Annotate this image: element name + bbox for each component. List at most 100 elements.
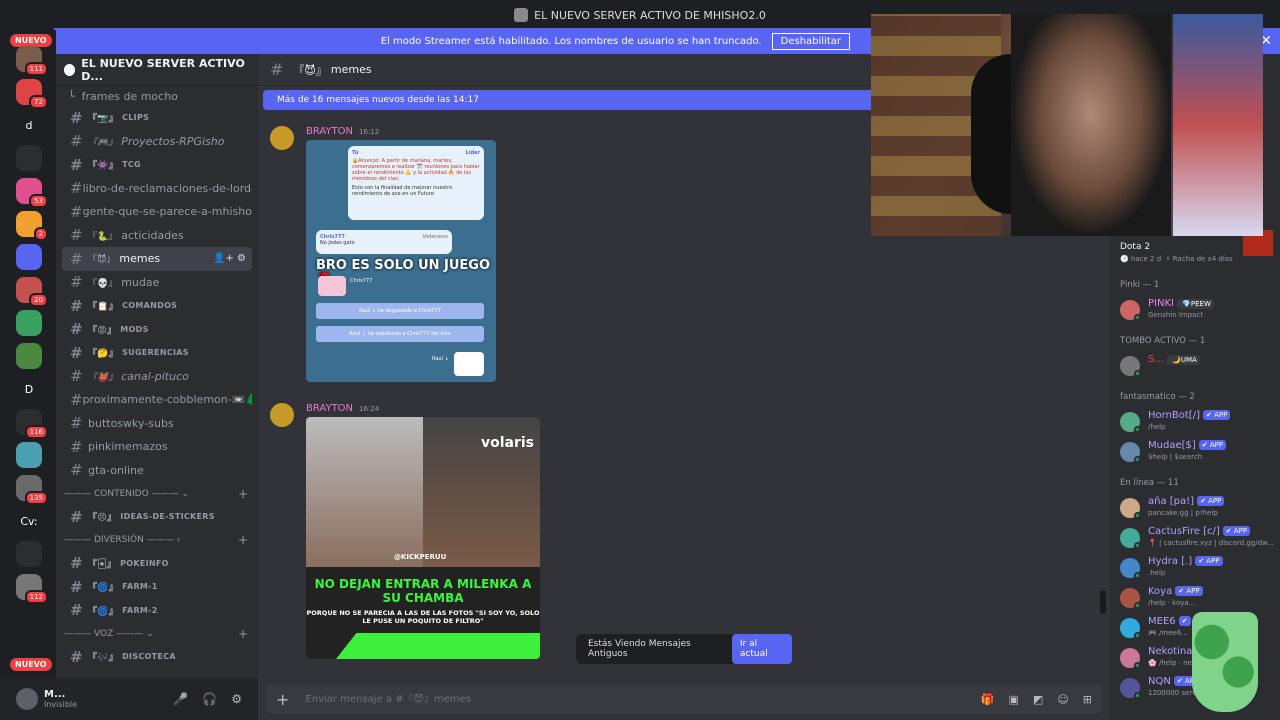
- invite-settings-icon[interactable]: 👤+ ⚙: [213, 253, 246, 264]
- channel-item[interactable]: # 『🌀』 FARM-2: [62, 599, 252, 623]
- mention-badge: 20: [29, 293, 48, 307]
- channel-item[interactable]: # 『📷』 CLIPS: [62, 106, 252, 130]
- avatar[interactable]: [270, 126, 294, 150]
- server-icon[interactable]: 2: [16, 211, 48, 241]
- add-channel-icon[interactable]: +: [238, 487, 248, 501]
- sticker-icon[interactable]: ◩: [1033, 693, 1043, 706]
- microphone-icon[interactable]: 🎤: [173, 692, 188, 706]
- member-item[interactable]: Koya ✔ APP/help · koya...: [1120, 586, 1280, 612]
- channel-item[interactable]: # buttoswky-subs: [62, 412, 252, 436]
- server-icon[interactable]: Cv:: [16, 508, 42, 534]
- channel-label: FARM-2: [122, 605, 158, 615]
- server-header[interactable]: EL NUEVO SERVER ACTIVO D...: [56, 54, 258, 86]
- channel-item[interactable]: # 『📋』 COMANDOS: [62, 294, 252, 318]
- category-contenido[interactable]: ——— CONTENIDO ——— ⌄ +: [56, 482, 258, 505]
- channel-item[interactable]: # 『🎮』 Proyectos-RPGisho: [62, 130, 252, 154]
- member-item[interactable]: S... 🌙UMA: [1120, 354, 1280, 380]
- server-icon[interactable]: d: [16, 112, 42, 138]
- server-icon[interactable]: [16, 310, 42, 336]
- channel-label: TCG: [122, 160, 141, 170]
- channel-item[interactable]: # gente-que-se-parece-a-mhisho-...: [62, 200, 252, 224]
- message-author[interactable]: BRAYTON 16:24: [306, 403, 379, 414]
- add-channel-icon[interactable]: +: [238, 627, 248, 641]
- activity-meta: 🕒 hace 2 d ⚡ Racha de x4 días: [1120, 255, 1233, 263]
- server-icon[interactable]: 135: [16, 475, 48, 505]
- add-channel-icon[interactable]: +: [238, 533, 248, 547]
- member-activity: /help · koya...: [1148, 599, 1196, 607]
- server-icon[interactable]: 112: [16, 574, 48, 604]
- hash-icon: #: [70, 437, 83, 456]
- channel-item[interactable]: # 『🎶』 DISCOTECA: [62, 645, 252, 669]
- apps-icon[interactable]: ⊞: [1083, 693, 1092, 706]
- thread-item[interactable]: └ frames de mocho: [56, 86, 258, 106]
- scrollbar[interactable]: [1100, 590, 1106, 614]
- server-icon[interactable]: 116: [16, 409, 48, 439]
- member-item[interactable]: aña [pa!] ✔ APP pancake.gg | p!help: [1120, 496, 1280, 522]
- category-voz[interactable]: ——— VOZ ——— ⌄ +: [56, 622, 258, 645]
- channel-item[interactable]: # 『😣』 IDEAS-DE-STICKERS: [62, 505, 252, 529]
- server-icon[interactable]: D: [16, 376, 42, 402]
- member-tag: 🌙UMA: [1166, 355, 1200, 365]
- server-icon[interactable]: 72: [16, 79, 48, 109]
- disable-streamer-button[interactable]: Deshabilitar: [771, 32, 850, 50]
- user-panel: M... Invisible 🎤 🎧 ⚙: [0, 678, 258, 720]
- headphones-icon[interactable]: 🎧: [202, 692, 217, 706]
- channel-emoji: 『📷』: [88, 114, 119, 125]
- mention-badge: 135: [24, 491, 48, 505]
- server-icon[interactable]: [16, 244, 42, 270]
- meme-image[interactable]: Tú Líder 🔒Anuncio: A partir de mañana, ma…: [306, 140, 496, 382]
- toast-label: Estás Viendo Mensajes Antiguos: [588, 639, 691, 659]
- member-item[interactable]: CactusFire [c/] ✔ APP 📍 | cactusfire.xyz |…: [1120, 526, 1280, 552]
- member-item[interactable]: Hydra [.] ✔ APP .help: [1120, 556, 1280, 582]
- server-icon[interactable]: [16, 541, 42, 567]
- channel-item[interactable]: # gta-online: [62, 459, 252, 483]
- channel-emoji: 『👾』: [88, 161, 119, 172]
- meme-image[interactable]: volaris @KICKPERUU NO DEJAN ENTRAR A MIL…: [306, 417, 540, 659]
- channel-item[interactable]: # proximamente-cobblemon-📼🌲...: [62, 388, 252, 412]
- message-input[interactable]: [305, 693, 981, 705]
- add-attachment-icon[interactable]: +: [276, 690, 289, 709]
- avatar[interactable]: [270, 403, 294, 427]
- member-item[interactable]: PINKI 💎PEEW Genshin Impact: [1120, 298, 1280, 324]
- channel-item[interactable]: # 『🌀』 FARM-1: [62, 575, 252, 599]
- channel-item[interactable]: # 『💀』 mudae: [62, 271, 252, 295]
- server-icon[interactable]: 20: [16, 277, 48, 307]
- server-icon[interactable]: [16, 343, 42, 369]
- server-icon[interactable]: 111: [16, 46, 48, 76]
- hash-icon: #: [70, 155, 83, 174]
- hash-icon: #: [70, 132, 83, 151]
- channel-item[interactable]: # libro-de-reclamaciones-de-lord-...: [62, 177, 252, 201]
- channel-item[interactable]: # 『👹』 canal-pituco: [62, 365, 252, 389]
- new-messages-bar[interactable]: Más de 16 mensajes nuevos desde las 14:1…: [263, 90, 873, 110]
- member-item[interactable]: Mudae[$] ✔ APP $help | $search: [1120, 440, 1280, 466]
- channel-item[interactable]: # 『👾』 TCG: [62, 153, 252, 177]
- category-diversion[interactable]: ——— DIVERSIÓN ——— › +: [56, 529, 258, 552]
- member-activity: 🎮 /mee6...: [1148, 629, 1188, 637]
- gif-icon[interactable]: ▣: [1009, 693, 1019, 706]
- message-author[interactable]: BRAYTON 16:12: [306, 126, 379, 137]
- avatar[interactable]: [16, 688, 38, 710]
- channel-label: gente-que-se-parece-a-mhisho-...: [82, 205, 252, 219]
- channel-emoji: 『🎶』: [88, 653, 119, 664]
- channel-item[interactable]: # pinkimemazos: [62, 435, 252, 459]
- channel-label: proximamente-cobblemon-📼🌲...: [82, 393, 252, 407]
- category-label: CONTENIDO: [94, 488, 149, 499]
- emoji-icon[interactable]: ☺: [1057, 693, 1068, 706]
- channel-item[interactable]: # 『😡』 MODS: [62, 318, 252, 342]
- server-icon[interactable]: [16, 442, 42, 468]
- channel-item[interactable]: # 『🃏』 POKEINFO: [62, 552, 252, 576]
- server-icon[interactable]: 53: [16, 178, 48, 208]
- server-icon[interactable]: [16, 145, 42, 171]
- jump-to-present-button[interactable]: Ir al actual: [731, 634, 792, 664]
- settings-gear-icon[interactable]: ⚙: [231, 692, 242, 706]
- announcement-bubble: Tú Líder 🔒Anuncio: A partir de mañana, ma…: [348, 146, 484, 220]
- member-name: HornBot[/] ✔ APP: [1148, 410, 1231, 421]
- channel-emoji: 『👹』: [88, 372, 118, 383]
- mention-badge: 72: [29, 95, 48, 109]
- channel-item[interactable]: # 『🐍』 acticidades: [62, 224, 252, 248]
- hash-icon: #: [70, 367, 83, 386]
- channel-item[interactable]: # 『🤔』 SUGERENCIAS: [62, 341, 252, 365]
- gift-icon[interactable]: 🎁: [981, 693, 995, 706]
- channel-item[interactable]: # 『😈』 memes 👤+ ⚙: [62, 247, 252, 271]
- member-item[interactable]: HornBot[/] ✔ APP/help: [1120, 410, 1280, 436]
